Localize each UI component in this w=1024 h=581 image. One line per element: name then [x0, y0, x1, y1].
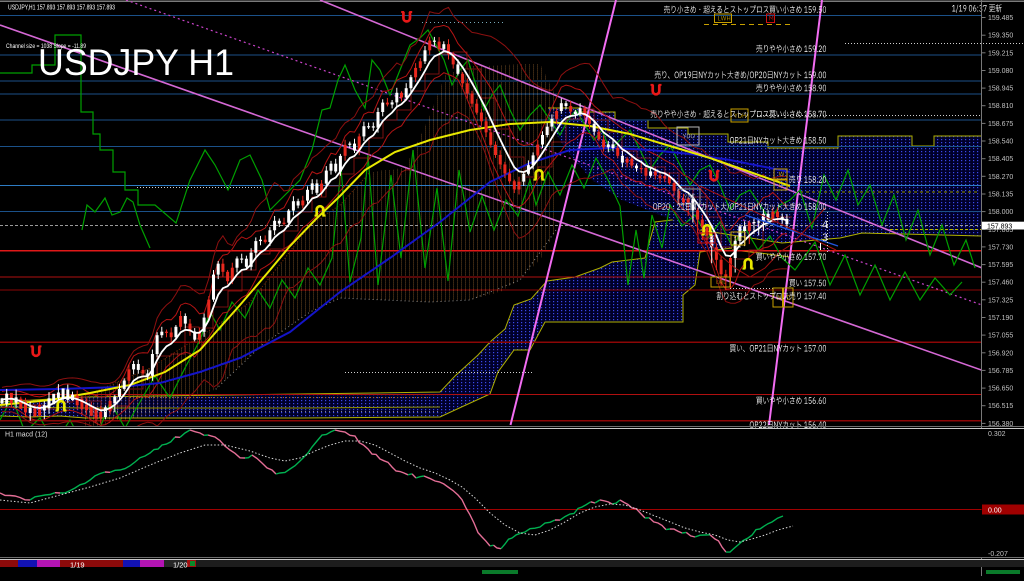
svg-text:USDJPY,H1 157.893 157.893 157: USDJPY,H1 157.893 157.893 157.893 157.89…: [8, 3, 115, 12]
svg-text:USDJPY H1: USDJPY H1: [38, 42, 234, 83]
svg-text:1/20: 1/20: [173, 561, 188, 570]
svg-text:157.055: 157.055: [988, 333, 1013, 340]
svg-text:158.675: 158.675: [988, 121, 1013, 128]
svg-text:156.515: 156.515: [988, 403, 1013, 410]
svg-text:158.540: 158.540: [988, 139, 1013, 146]
svg-text:158.945: 158.945: [988, 86, 1013, 93]
svg-text:-0.207: -0.207: [988, 551, 1008, 558]
svg-text:157.595: 157.595: [988, 262, 1013, 269]
svg-text:159.215: 159.215: [988, 50, 1013, 57]
svg-text:158.270: 158.270: [988, 174, 1013, 181]
svg-text:159.080: 159.080: [988, 68, 1013, 75]
svg-text:157.460: 157.460: [988, 280, 1013, 287]
svg-text:157.730: 157.730: [988, 244, 1013, 251]
svg-text:158.405: 158.405: [988, 156, 1013, 163]
svg-text:1/19: 1/19: [70, 561, 85, 570]
svg-text:157.893: 157.893: [987, 223, 1012, 230]
svg-text:156.785: 156.785: [988, 368, 1013, 375]
svg-text:159.485: 159.485: [988, 15, 1013, 22]
svg-text:156.920: 156.920: [988, 350, 1013, 357]
svg-text:0.00: 0.00: [988, 508, 1002, 515]
svg-text:158.135: 158.135: [988, 192, 1013, 199]
svg-text:157.190: 157.190: [988, 315, 1013, 322]
svg-text:158.000: 158.000: [988, 209, 1013, 216]
svg-text:159.350: 159.350: [988, 33, 1013, 40]
svg-text:158.810: 158.810: [988, 103, 1013, 110]
svg-text:H1 macd (12): H1 macd (12): [5, 432, 47, 439]
svg-text:156.650: 156.650: [988, 386, 1013, 393]
svg-text:157.325: 157.325: [988, 297, 1013, 304]
svg-text:0.302: 0.302: [988, 431, 1006, 438]
